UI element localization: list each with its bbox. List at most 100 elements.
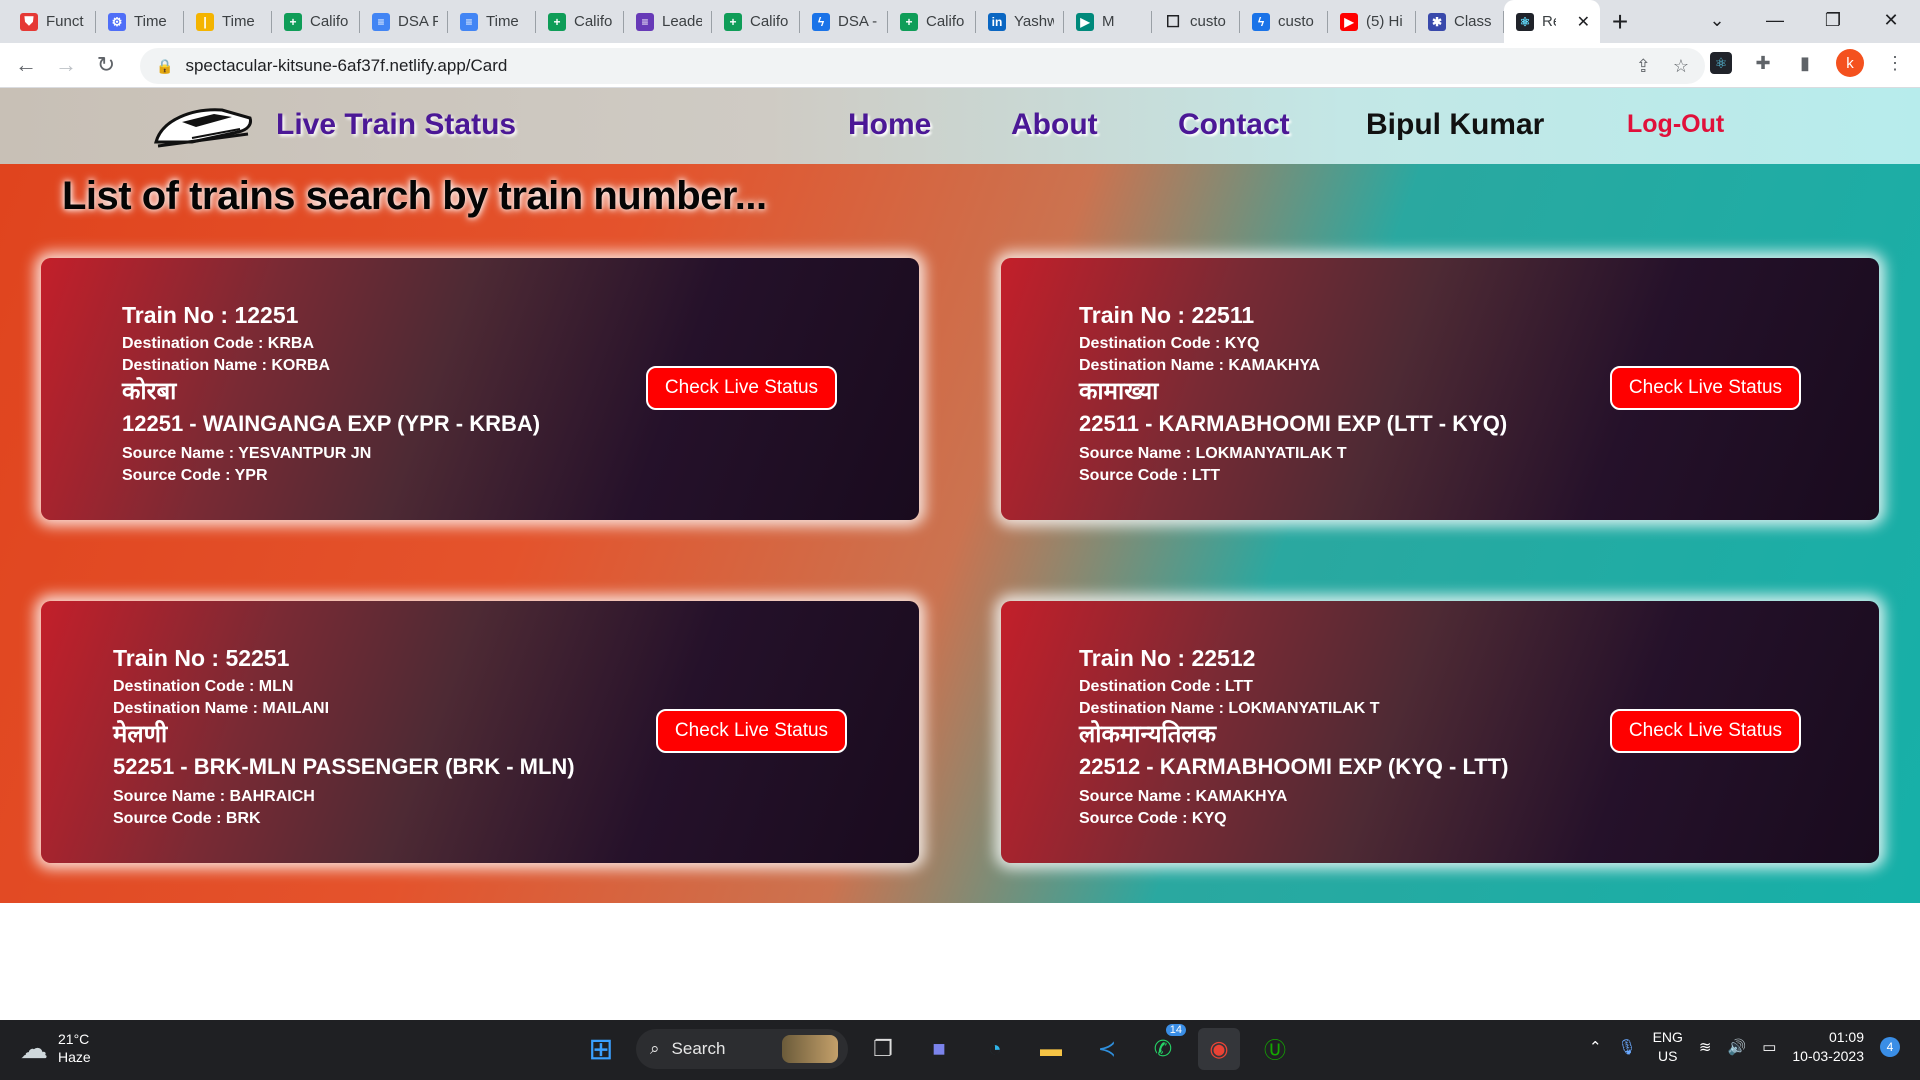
- notification-badge[interactable]: 4: [1880, 1037, 1900, 1057]
- source-code: Source Code : LTT: [1079, 467, 1221, 484]
- microphone-icon[interactable]: 🎙: [1618, 1038, 1637, 1056]
- chevron-up-icon[interactable]: ⌃: [1589, 1038, 1602, 1056]
- share-icon[interactable]: ⇪: [1636, 56, 1651, 77]
- task-view-icon[interactable]: ❐: [862, 1028, 904, 1070]
- taskbar-search[interactable]: ⌕ Search: [636, 1029, 848, 1069]
- source-name: Source Name : LOKMANYATILAK T: [1079, 445, 1347, 462]
- whatsapp-icon[interactable]: ✆ 14: [1142, 1024, 1186, 1070]
- battery-icon[interactable]: ▭: [1762, 1038, 1776, 1056]
- tab-list: ⛊ Funct ⚙ Time | Time + Califo ≡ DSA F ≡ Time + Calif…: [0, 0, 1600, 43]
- minimize-button[interactable]: —: [1746, 10, 1804, 31]
- site-navbar: Live Train Status Home About Contact Bip…: [0, 88, 1920, 164]
- browser-tab[interactable]: ϟ DSA -: [800, 0, 888, 43]
- browser-tab[interactable]: ⚙ Time: [96, 0, 184, 43]
- nav-home-link[interactable]: Home: [848, 108, 931, 142]
- browser-tab[interactable]: | Time: [184, 0, 272, 43]
- weather-widget[interactable]: ☁ 21°C Haze: [20, 1030, 91, 1066]
- browser-tab[interactable]: + Califo: [888, 0, 976, 43]
- new-tab-button[interactable]: +: [1600, 0, 1640, 43]
- windows-taskbar: ☁ 21°C Haze ⊞ ⌕ Search ❐ ■ ◔ ▬ ≺ ✆ 14 ◉ Ⓤ…: [0, 1020, 1920, 1080]
- tab-title: Yashw: [1014, 13, 1054, 30]
- tab-title: Califo: [750, 13, 789, 30]
- url-text[interactable]: spectacular-kitsune-6af37f.netlify.app/C…: [185, 56, 507, 76]
- browser-tab[interactable]: ≡ Time: [448, 0, 536, 43]
- browser-tab[interactable]: + Califo: [536, 0, 624, 43]
- class-icon: ✱: [1428, 12, 1446, 31]
- close-tab-icon[interactable]: ✕: [1577, 12, 1590, 32]
- language-indicator[interactable]: ENG US: [1653, 1028, 1683, 1066]
- search-highlight-image: [782, 1035, 838, 1063]
- vscode-icon[interactable]: ≺: [1086, 1028, 1128, 1070]
- profile-avatar[interactable]: k: [1836, 49, 1864, 77]
- check-live-status-button[interactable]: Check Live Status: [656, 709, 847, 753]
- browser-tab[interactable]: ▶ (5) Hi: [1328, 0, 1416, 43]
- windows-start-icon[interactable]: ⊞: [580, 1028, 622, 1070]
- browser-tab[interactable]: + Califo: [712, 0, 800, 43]
- react-devtools-extension-icon[interactable]: ⚛: [1710, 52, 1732, 74]
- wifi-icon[interactable]: ≋: [1699, 1038, 1712, 1056]
- destination-hindi-name: मेलणी: [113, 721, 168, 748]
- docs-icon: ≡: [372, 12, 390, 31]
- tab-title: DSA F: [398, 13, 438, 30]
- address-bar[interactable]: 🔒 spectacular-kitsune-6af37f.netlify.app…: [140, 48, 1705, 84]
- check-live-status-button[interactable]: Check Live Status: [646, 366, 837, 410]
- browser-tab[interactable]: ≡ Leade: [624, 0, 712, 43]
- browser-tab[interactable]: ☐ custo: [1152, 0, 1240, 43]
- nav-about-link[interactable]: About: [1011, 108, 1098, 142]
- sheets-icon: +: [284, 12, 302, 31]
- browser-tab[interactable]: ϟ custo: [1240, 0, 1328, 43]
- train-card: Train No : 22511 Destination Code : KYQ …: [1001, 258, 1879, 520]
- linkedin-icon: in: [988, 12, 1006, 31]
- upwork-icon[interactable]: Ⓤ: [1254, 1028, 1296, 1070]
- volume-icon[interactable]: 🔊: [1728, 1038, 1747, 1056]
- browser-tab[interactable]: ≡ DSA F: [360, 0, 448, 43]
- tab-title: M: [1102, 13, 1115, 30]
- clock[interactable]: 01:09 10-03-2023: [1792, 1028, 1864, 1066]
- docs-icon: ≡: [460, 12, 478, 31]
- train-card-info: Train No : 12251 Destination Code : KRBA…: [122, 302, 540, 487]
- youtube-icon: ▶: [1340, 12, 1358, 31]
- square-icon: ☐: [1165, 13, 1181, 31]
- tab-title: Califo: [574, 13, 613, 30]
- edge-browser-icon[interactable]: ◔: [974, 1028, 1016, 1070]
- active-browser-tab[interactable]: ⚛ Re ✕: [1504, 0, 1600, 43]
- nav-contact-link[interactable]: Contact: [1178, 108, 1290, 142]
- check-live-status-button[interactable]: Check Live Status: [1610, 366, 1801, 410]
- reload-icon[interactable]: ↻: [86, 45, 126, 85]
- nav-links: Home About Contact Bipul Kumar Log-Out: [0, 108, 1920, 148]
- side-panel-icon[interactable]: ▮: [1794, 52, 1816, 74]
- logout-link[interactable]: Log-Out: [1627, 110, 1724, 139]
- train-card: Train No : 22512 Destination Code : LTT …: [1001, 601, 1879, 863]
- tab-title: Califo: [310, 13, 349, 30]
- browser-tab-strip: ⛊ Funct ⚙ Time | Time + Califo ≡ DSA F ≡ Time + Calif…: [0, 0, 1920, 43]
- forward-arrow-icon[interactable]: →: [46, 45, 86, 85]
- bar-icon: |: [196, 12, 214, 31]
- destination-code: Destination Code : LTT: [1079, 678, 1253, 695]
- check-live-status-button[interactable]: Check Live Status: [1610, 709, 1801, 753]
- destination-hindi-name: कोरबा: [122, 378, 177, 405]
- sheets-icon: +: [548, 12, 566, 31]
- file-explorer-icon[interactable]: ▬: [1030, 1028, 1072, 1070]
- browser-tab[interactable]: ✱ Class: [1416, 0, 1504, 43]
- extensions-puzzle-icon[interactable]: ✚: [1752, 52, 1774, 74]
- chrome-icon[interactable]: ◉: [1198, 1028, 1240, 1070]
- close-window-button[interactable]: ✕: [1862, 10, 1920, 31]
- lock-icon[interactable]: 🔒: [156, 58, 173, 75]
- restore-button[interactable]: ❐: [1804, 10, 1862, 31]
- browser-toolbar: ← → ↻ 🔒 spectacular-kitsune-6af37f.netli…: [0, 43, 1920, 88]
- bookmark-star-icon[interactable]: ☆: [1673, 56, 1689, 77]
- menu-kebab-icon[interactable]: ⋮: [1884, 52, 1906, 74]
- website: Live Train Status Home About Contact Bip…: [0, 88, 1920, 903]
- teams-chat-icon[interactable]: ■: [918, 1028, 960, 1070]
- nav-user-name: Bipul Kumar: [1366, 108, 1545, 141]
- source-name: Source Name : KAMAKHYA: [1079, 788, 1288, 805]
- tab-search-icon[interactable]: ⌄: [1688, 10, 1746, 31]
- tab-title: Class: [1454, 13, 1492, 30]
- browser-tab[interactable]: + Califo: [272, 0, 360, 43]
- browser-tab[interactable]: in Yashw: [976, 0, 1064, 43]
- train-number: Train No : 22512: [1079, 645, 1256, 671]
- browser-tab[interactable]: ▶ M: [1064, 0, 1152, 43]
- back-arrow-icon[interactable]: ←: [6, 45, 46, 85]
- tab-title: Time: [486, 13, 519, 30]
- browser-tab[interactable]: ⛊ Funct: [8, 0, 96, 43]
